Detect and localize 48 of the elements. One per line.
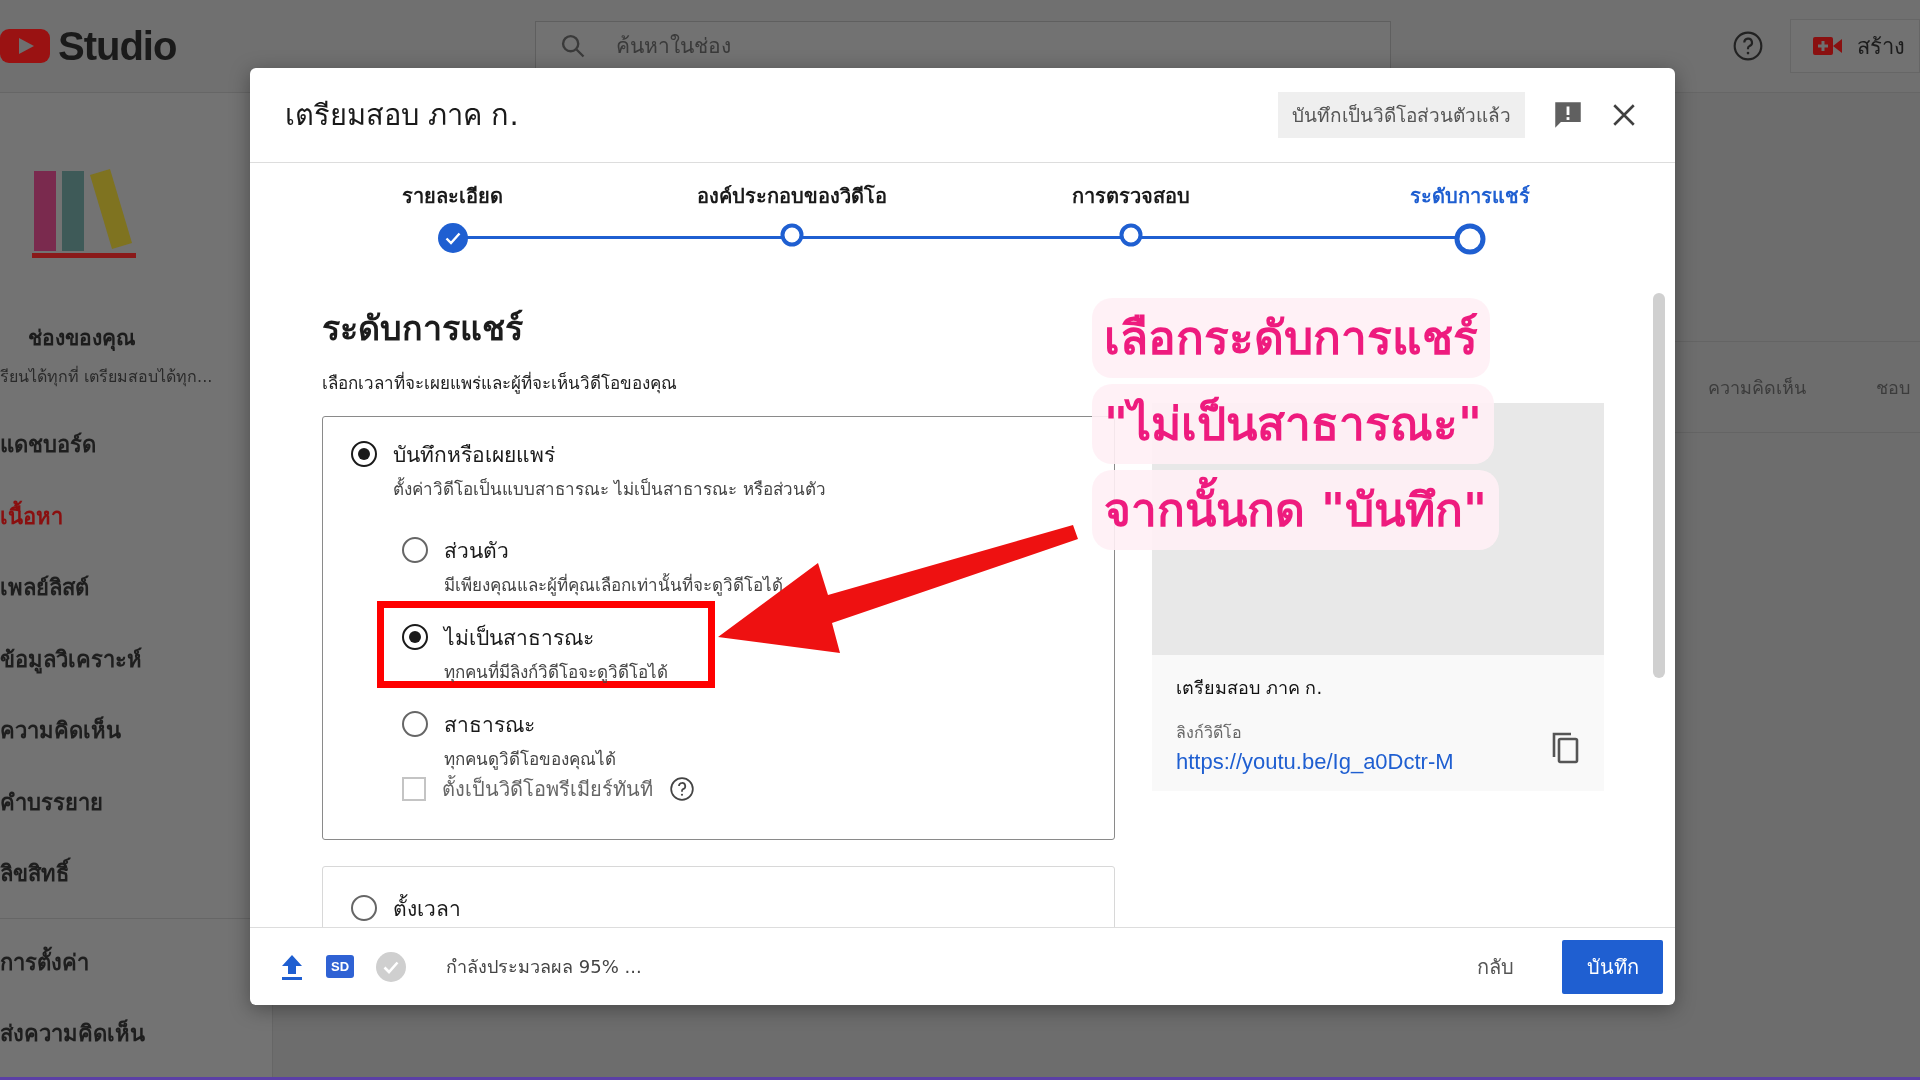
option-description: มีเพียงคุณและผู้ที่คุณเลือกเท่านั้นที่จะดูวิดีโอได้ [444, 572, 783, 598]
help-icon[interactable] [669, 776, 695, 802]
search-field[interactable]: ค้นหาในช่อง [535, 21, 1391, 71]
annotation-text: "ไม่เป็นสาธารณะ" [1092, 384, 1494, 464]
option-description: ทุกคนดูวิดีโอของคุณได้ [444, 748, 616, 772]
dialog-title: เตรียมสอบ ภาค ก. [285, 97, 520, 134]
close-icon[interactable] [1611, 102, 1637, 128]
radio-button[interactable] [351, 895, 377, 921]
sd-quality-badge: SD [326, 955, 355, 978]
back-button[interactable]: กลับ [1463, 940, 1528, 993]
step-tab[interactable]: ระดับการแชร์ [1409, 163, 1530, 223]
option-description: ทุกคนที่มีลิงก์วิดีโอจะดูวิดีโอได้ [444, 659, 668, 685]
search-icon [559, 32, 587, 60]
annotation-text: จากนั้นกด "บันทึก" [1092, 470, 1499, 550]
step-tab[interactable]: รายละเอียด [402, 163, 503, 223]
option-label: ส่วนตัว [444, 538, 510, 565]
option-label: ตั้งเวลา [393, 895, 461, 923]
copy-icon[interactable] [1550, 730, 1580, 765]
books-icon [32, 167, 136, 259]
video-link[interactable]: https://youtu.be/Ig_a0Dctr-M [1176, 749, 1454, 775]
annotation-text: เลือกระดับการแชร์ [1092, 298, 1490, 378]
channel-description: รียนได้ทุกที่ เตรียมสอบได้ทุก... [0, 365, 214, 389]
video-camera-icon [1813, 36, 1843, 56]
sidebar-item[interactable]: ส่งความคิดเห็น [0, 998, 272, 1070]
scrollbar[interactable] [1653, 293, 1665, 678]
create-button[interactable]: สร้าง [1790, 19, 1920, 73]
check-circle-icon [376, 951, 407, 982]
radio-button[interactable] [402, 624, 428, 650]
option-description: ตั้งค่าวิดีโอเป็นแบบสาธารณะ ไม่เป็นสาธารณะ หรือส่วนตัว [393, 476, 826, 501]
channel-title: ช่องของคุณ [27, 325, 136, 353]
save-button[interactable]: บันทึก [1562, 939, 1663, 994]
option-label: บันทึกหรือเผยแพร่ [393, 442, 556, 469]
radio-button[interactable] [402, 537, 428, 563]
section-heading: ระดับการแชร์ [322, 307, 524, 350]
saved-status-chip: บันทึกเป็นวิดีโอส่วนตัวแล้ว [1278, 92, 1525, 138]
link-label: ลิงก์วิดีโอ [1176, 722, 1243, 744]
radio-button[interactable] [402, 711, 428, 737]
option-label: ไม่เป็นสาธารณะ [444, 624, 595, 652]
processing-status: กำลังประมวลผล 95% ... [446, 955, 642, 979]
checkbox-label: ตั้งเป็นวิดีโอพรีเมียร์ทันที [442, 774, 653, 803]
section-description: เลือกเวลาที่จะเผยแพร่และผู้ที่จะเห็นวิดีโอของคุณ [322, 370, 678, 396]
option-label: สาธารณะ [444, 712, 536, 739]
video-title: เตรียมสอบ ภาค ก. [1176, 676, 1324, 700]
checkbox[interactable] [402, 777, 426, 801]
radio-button[interactable] [351, 441, 377, 467]
step-tab[interactable]: การตรวจสอบ [1071, 163, 1190, 223]
studio-logo-text: Studio [58, 23, 177, 69]
step-tab[interactable]: องค์ประกอบของวิดีโอ [696, 163, 887, 223]
